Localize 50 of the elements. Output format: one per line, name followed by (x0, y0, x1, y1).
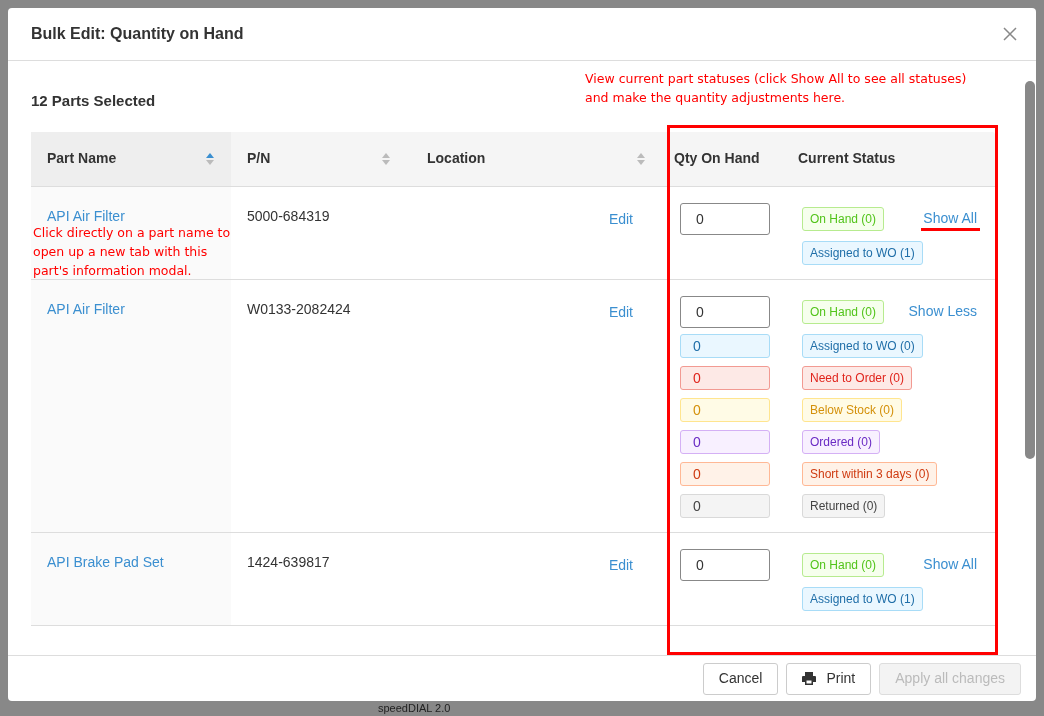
background-text: speedDIAL 2.0 (378, 702, 451, 715)
quantity-input[interactable]: 0 (680, 548, 770, 581)
status-badge: On Hand (0) (802, 552, 885, 577)
status-badge: Returned (0) (802, 493, 886, 518)
part-number: 1424-639817 (247, 553, 330, 570)
annotation-note: Click directly on a part name to open up a new tab with this part's information modal. (33, 224, 231, 280)
quantity-input[interactable]: 0 (680, 429, 770, 454)
status-badge: Need to Order (0) (802, 365, 913, 390)
part-name-link[interactable]: API Brake Pad Set (47, 553, 164, 570)
toggle-link[interactable]: Show Less (908, 301, 977, 322)
part-number: 5000-684319 (247, 207, 330, 224)
print-button[interactable]: Print (786, 662, 872, 695)
status-badge: On Hand (0) (802, 206, 885, 231)
status-badge: Short within 3 days (0) (802, 461, 938, 486)
quantity-input[interactable]: 0 (680, 202, 770, 235)
toggle-link[interactable]: Show All (923, 554, 977, 575)
status-badge: Assigned to WO (1) (802, 240, 923, 265)
footer-button[interactable]: Cancel (702, 662, 779, 695)
quantity-input[interactable]: 0 (680, 461, 770, 486)
column-header: P/N (247, 149, 271, 168)
edit-link[interactable]: Edit (608, 208, 633, 230)
quantity-input[interactable]: 0 (680, 295, 770, 328)
quantity-input[interactable]: 0 (680, 397, 770, 422)
part-name-link[interactable]: API Air Filter (47, 300, 125, 317)
column-header: Location (427, 149, 486, 168)
toggle-link[interactable]: Show All (923, 208, 977, 229)
quantity-input[interactable]: 0 (680, 333, 770, 358)
part-name-link[interactable]: API Air Filter (47, 207, 125, 224)
column-header: Current Status (798, 149, 896, 168)
status-badge: Assigned to WO (1) (802, 586, 923, 611)
sort-icon[interactable] (636, 151, 646, 166)
column-header: Part Name (47, 149, 117, 168)
close-icon[interactable] (1003, 27, 1017, 41)
annotation-underline (921, 228, 980, 231)
status-badge: On Hand (0) (802, 299, 885, 324)
column-header: Qty On Hand (674, 149, 760, 168)
annotation-note: View current part statuses (click Show All to see all statuses) and make the quantity adjustments here. (585, 70, 968, 107)
printer-icon (802, 672, 817, 685)
part-number: W0133-2082424 (247, 300, 351, 317)
quantity-input[interactable]: 0 (680, 365, 770, 390)
status-badge: Ordered (0) (802, 429, 881, 454)
status-badge: Assigned to WO (0) (802, 333, 923, 358)
selection-count: 12 Parts Selected (31, 91, 156, 111)
edit-link[interactable]: Edit (608, 554, 633, 576)
edit-link[interactable]: Edit (608, 301, 633, 323)
quantity-input[interactable]: 0 (680, 493, 770, 518)
modal-title: Bulk Edit: Quantity on Hand (31, 24, 244, 44)
sort-icon[interactable] (205, 151, 215, 166)
sort-icon[interactable] (381, 151, 391, 166)
status-badge: Below Stock (0) (802, 397, 903, 422)
